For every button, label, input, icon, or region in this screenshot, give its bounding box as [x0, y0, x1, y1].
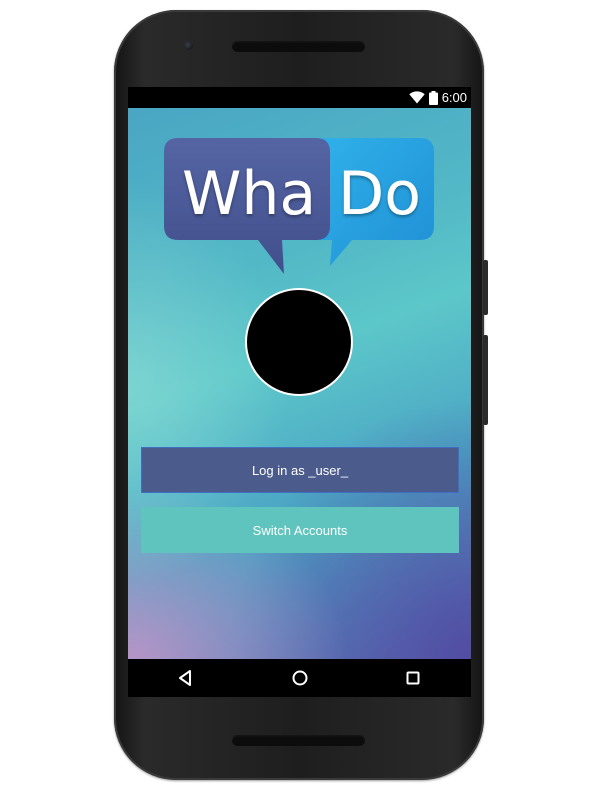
- power-button[interactable]: [483, 260, 488, 315]
- status-bar: 6:00: [128, 87, 471, 108]
- battery-icon: [428, 90, 438, 105]
- top-speaker: [232, 41, 365, 52]
- logo-right-word: Do: [338, 159, 421, 229]
- status-time: 6:00: [441, 90, 467, 105]
- navigation-bar: [128, 659, 471, 697]
- back-icon[interactable]: [174, 666, 198, 690]
- device-frame-stage: 6:00 Wha Do Log in as _user_ Switch Acco…: [0, 0, 607, 791]
- recents-icon[interactable]: [401, 666, 425, 690]
- front-camera: [184, 41, 193, 50]
- volume-button[interactable]: [483, 335, 488, 425]
- app-content: Wha Do Log in as _user_ Switch Accounts: [128, 108, 471, 659]
- screen: 6:00 Wha Do Log in as _user_ Switch Acco…: [128, 87, 471, 697]
- bottom-speaker: [232, 735, 365, 746]
- home-icon[interactable]: [288, 666, 312, 690]
- switch-accounts-button[interactable]: Switch Accounts: [141, 507, 459, 553]
- login-button[interactable]: Log in as _user_: [141, 447, 459, 493]
- status-icons: 6:00: [408, 89, 467, 106]
- logo-left-word: Wha: [182, 159, 316, 229]
- whado-logo: Wha Do: [164, 138, 434, 274]
- wifi-icon: [408, 91, 425, 104]
- profile-avatar[interactable]: [245, 288, 353, 396]
